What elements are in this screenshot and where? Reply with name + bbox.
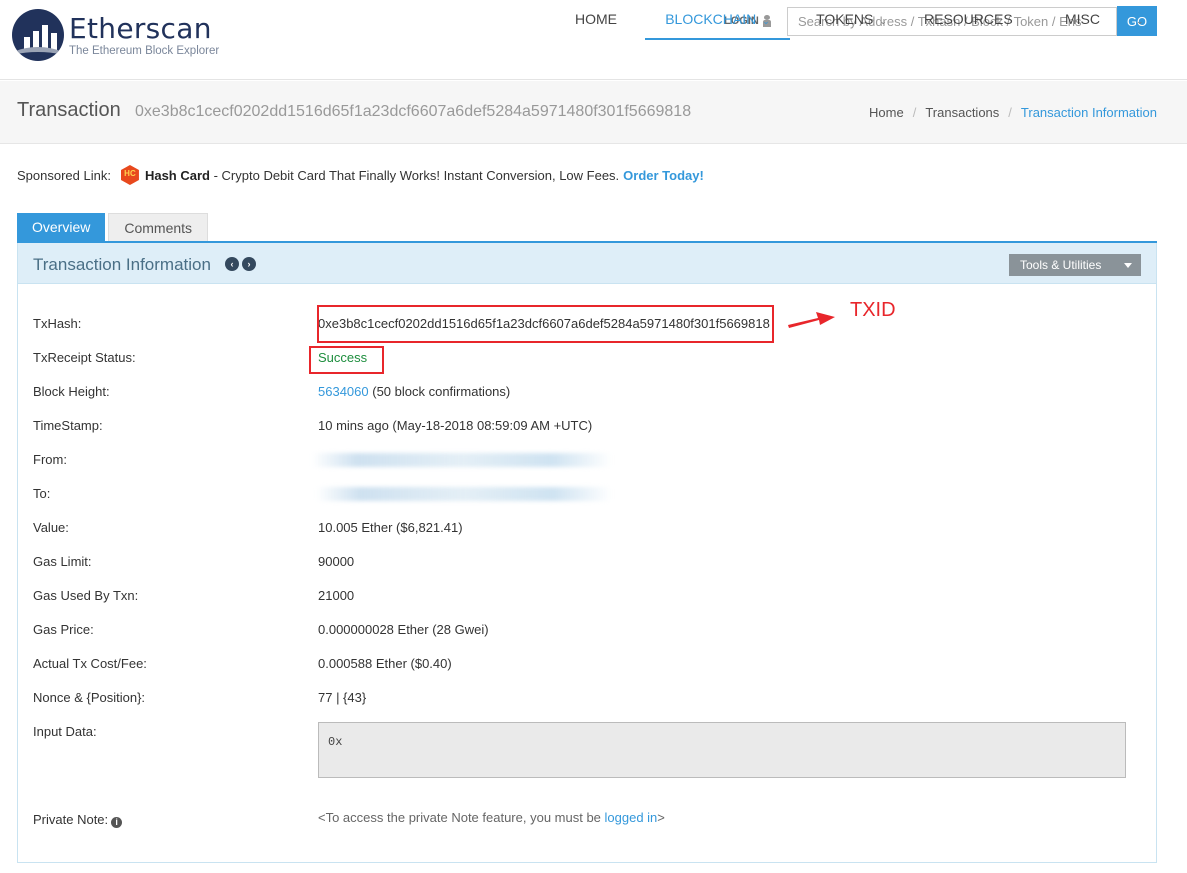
- to-address-redacted: [316, 487, 612, 501]
- nav-home-label: HOME: [575, 11, 617, 27]
- input-data-label: Input Data:: [33, 724, 97, 739]
- gas-price-value: 0.000000028 Ether (28 Gwei): [318, 622, 489, 637]
- sponsored-link: Sponsored Link: HC Hash Card - Crypto De…: [17, 165, 704, 185]
- gas-used-value: 21000: [318, 588, 355, 603]
- previous-tx-icon[interactable]: ‹: [225, 257, 239, 271]
- txid-annotation-label: TXID: [850, 299, 896, 321]
- hash-card-icon: HC: [120, 165, 140, 185]
- panel-header: Transaction Information ‹ › Tools & Util…: [18, 243, 1156, 284]
- chevron-down-icon: ⌄: [1136, 16, 1144, 26]
- chevron-down-icon: ⌄: [762, 16, 770, 26]
- nonce-label: Nonce & {Position}:: [33, 690, 146, 705]
- breadcrumb: Home / Transactions / Transaction Inform…: [869, 105, 1157, 120]
- private-note-message: <To access the private Note feature, you…: [318, 810, 665, 825]
- tab-overview[interactable]: Overview: [17, 213, 106, 242]
- breadcrumb-separator: /: [912, 105, 917, 120]
- panel-title: Transaction Information: [33, 255, 211, 274]
- gas-price-label: Gas Price:: [33, 622, 94, 637]
- block-height-label: Block Height:: [33, 384, 110, 399]
- chevron-down-icon: ⌄: [879, 16, 887, 26]
- gas-used-label: Gas Used By Txn:: [33, 588, 139, 603]
- block-confirmations: (50 block confirmations): [368, 384, 511, 399]
- sponsor-brand[interactable]: Hash Card: [145, 168, 210, 183]
- tools-utilities-button[interactable]: Tools & Utilities: [1009, 254, 1141, 276]
- block-height-value: 5634060 (50 block confirmations): [318, 384, 510, 399]
- nav-blockchain-label: BLOCKCHAIN: [665, 11, 757, 27]
- status-label: TxReceipt Status:: [33, 350, 136, 365]
- nav-home[interactable]: HOME: [575, 0, 617, 40]
- tab-bar: Overview Comments: [17, 213, 209, 242]
- value-label: Value:: [33, 520, 69, 535]
- nav-tokens-label: TOKENS: [816, 11, 874, 27]
- page-title-hash: 0xe3b8c1cecf0202dd1516d65f1a23dcf6607a6d…: [135, 103, 692, 120]
- nav-misc-label: MISC: [1065, 11, 1100, 27]
- logo-tagline: The Ethereum Block Explorer: [69, 44, 220, 57]
- sponsor-prefix: Sponsored Link:: [17, 167, 111, 183]
- sponsor-text: - Crypto Debit Card That Finally Works! …: [209, 167, 620, 183]
- next-tx-icon[interactable]: ›: [242, 257, 256, 271]
- from-label: From:: [33, 452, 67, 467]
- tx-nav-arrows: ‹ ›: [225, 257, 256, 271]
- breadcrumb-transactions[interactable]: Transactions: [925, 105, 999, 120]
- gas-limit-value: 90000: [318, 554, 355, 569]
- from-address-redacted: [312, 453, 612, 467]
- tab-comments[interactable]: Comments: [108, 213, 209, 242]
- etherscan-logo[interactable]: Etherscan The Ethereum Block Explorer: [12, 9, 219, 61]
- tx-fee-value: 0.000588 Ether ($0.40): [318, 656, 452, 671]
- page-title-bar: Transaction 0xe3b8c1cecf0202dd1516d65f1a…: [0, 81, 1187, 144]
- breadcrumb-current: Transaction Information: [1020, 105, 1157, 120]
- txhash-label: TxHash:: [33, 316, 82, 331]
- tx-fee-label: Actual Tx Cost/Fee:: [33, 656, 147, 671]
- page-title: Transaction: [17, 99, 121, 121]
- breadcrumb-separator: /: [1008, 105, 1012, 120]
- gas-limit-label: Gas Limit:: [33, 554, 92, 569]
- status-highlight-box: [309, 346, 384, 374]
- txhash-highlight-box: [317, 305, 774, 343]
- caret-down-icon: [1124, 263, 1132, 268]
- nav-misc[interactable]: MISC ⌄: [1065, 0, 1145, 40]
- to-label: To:: [33, 486, 51, 501]
- block-link[interactable]: 5634060: [318, 384, 369, 399]
- logo-icon: [12, 9, 64, 61]
- input-data-box[interactable]: 0x: [318, 722, 1126, 778]
- nav-blockchain[interactable]: BLOCKCHAIN ⌄: [645, 0, 790, 40]
- nav-resources-label: RESOURCES: [924, 11, 1013, 27]
- logo-name: Etherscan: [69, 11, 212, 45]
- nav-resources[interactable]: RESOURCES: [924, 0, 1013, 40]
- tools-utilities-label: Tools & Utilities: [1020, 258, 1102, 272]
- login-link-inline[interactable]: logged in: [605, 810, 658, 825]
- nonce-value: 77 | {43}: [318, 690, 367, 705]
- private-note-label: Private Note: i: [33, 812, 123, 828]
- breadcrumb-home[interactable]: Home: [869, 105, 904, 120]
- info-icon[interactable]: i: [111, 817, 123, 828]
- value-value: 10.005 Ether ($6,821.41): [318, 520, 463, 535]
- sponsor-cta-link[interactable]: Order Today!: [623, 168, 704, 183]
- timestamp-value: 10 mins ago (May-18-2018 08:59:09 AM +UT…: [318, 418, 593, 433]
- annotation-arrow-icon: [788, 312, 835, 328]
- site-header: Etherscan The Ethereum Block Explorer LO…: [0, 0, 1187, 80]
- timestamp-label: TimeStamp:: [33, 418, 103, 433]
- nav-tokens[interactable]: TOKENS ⌄: [814, 0, 889, 40]
